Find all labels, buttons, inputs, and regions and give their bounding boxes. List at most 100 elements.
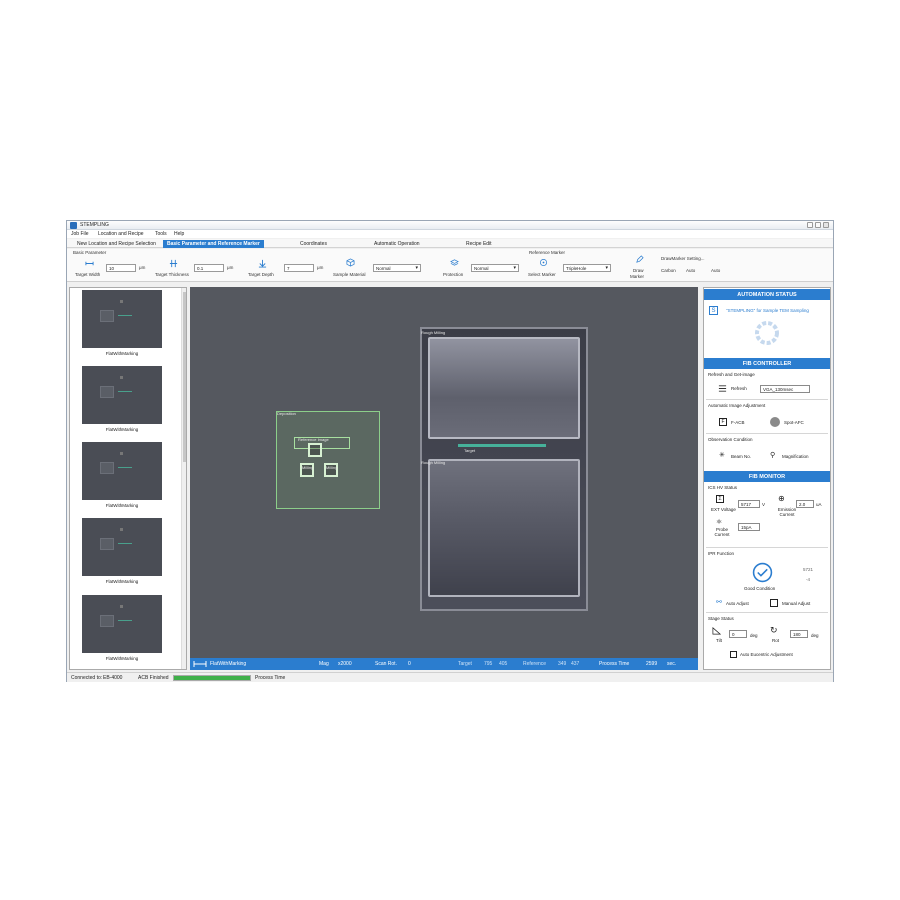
target-width-icon	[85, 261, 94, 266]
thumbnail-label: FlatWithMarking	[105, 656, 139, 661]
close-icon[interactable]	[823, 222, 829, 228]
hv-status-group-label: ICS HV Status	[708, 485, 738, 490]
f-acb-label[interactable]: F-ACB	[731, 420, 745, 425]
ipr-value-2: -4	[806, 577, 811, 582]
process-time-value: 2599	[646, 661, 658, 667]
thumbnail-item[interactable]: FlatWithMarking	[82, 290, 162, 356]
fib-monitor-header: FIB MONITOR	[704, 471, 830, 482]
auto-adjust-group-label: Automatic Image Adjustment	[708, 403, 766, 408]
thumbnail-label: FlatWithMarking	[105, 579, 139, 584]
sem-image-viewer[interactable]: Rough Milling Rough Milling Target Depos…	[190, 287, 698, 670]
ipr-condition-label: Good Condition	[744, 586, 776, 591]
thumbnail-item[interactable]: FlatWithMarking	[82, 366, 162, 432]
manual-adjust-button[interactable]: Manual Adjust	[782, 601, 810, 606]
section-divider	[706, 433, 828, 434]
application-window: STEMPLING Job File Location and Recipe T…	[66, 220, 834, 682]
rotation-icon: ↻	[770, 625, 778, 635]
protection-icon	[450, 259, 459, 266]
target-depth-input[interactable]: 7	[284, 264, 314, 272]
minimize-icon[interactable]	[807, 222, 813, 228]
refresh-label[interactable]: Refresh	[731, 386, 747, 391]
menu-location-recipe[interactable]: Location and Recipe	[98, 231, 144, 237]
f-acb-icon[interactable]: F	[719, 418, 727, 426]
emission-current-value: 2.0	[796, 500, 814, 508]
tilt-value[interactable]: 0	[729, 630, 747, 638]
thumbnail-image	[82, 595, 162, 653]
cube-icon	[346, 258, 355, 267]
refresh-group-label: Refresh and Get-image	[708, 372, 755, 377]
select-marker-select[interactable]: TripleHole	[563, 264, 611, 272]
crosshair-icon	[539, 258, 548, 267]
spot-afc-icon[interactable]	[770, 417, 780, 427]
rot-unit: deg	[811, 633, 819, 638]
emission-current-label: Emission Current	[777, 507, 797, 517]
tab-basic-parameter[interactable]: Basic Parameter and Reference Marker	[163, 240, 264, 248]
beam-no-label[interactable]: Beam No.	[731, 454, 751, 459]
tab-new-location[interactable]: New Location and Recipe Selection	[73, 240, 160, 248]
app-logo-icon	[70, 222, 77, 229]
reference-coord-label: Reference	[523, 661, 547, 667]
automation-status-text: "STEMPLING" for Sample TEM Sampling	[726, 308, 809, 313]
thumbnail-image	[82, 366, 162, 424]
thumbnail-image	[82, 442, 162, 500]
ribbon-tabs: New Location and Recipe Selection Basic …	[67, 239, 833, 248]
protection-select[interactable]: Normal	[471, 264, 519, 272]
refresh-icon[interactable]	[718, 384, 727, 393]
eucentric-icon[interactable]	[730, 651, 737, 658]
draw-marker-setting[interactable]: DrawMarker Setting...	[661, 256, 705, 261]
rough-milling-top-label: Rough Milling	[421, 330, 446, 335]
milling-hole-1[interactable]	[308, 443, 322, 457]
menu-job-file[interactable]: Job File	[71, 231, 89, 237]
mode-auto-1[interactable]: Auto	[686, 268, 695, 273]
ext-voltage-label: EXT Voltage	[711, 507, 736, 512]
target-thickness-input[interactable]: 0.1	[194, 264, 224, 272]
mode-auto-2[interactable]: Auto	[711, 268, 720, 273]
draw-marker-label-2[interactable]: Marker	[630, 274, 644, 279]
milled-trench	[420, 327, 588, 611]
manual-adjust-icon[interactable]	[770, 599, 778, 607]
thumbnail-item[interactable]: FlatWithMarking	[82, 518, 162, 584]
target-depth-icon	[258, 259, 267, 268]
probe-current-value: 15pA	[738, 523, 760, 531]
deposition-marker-box[interactable]	[276, 411, 380, 509]
tab-automatic-operation[interactable]: Automatic Operation	[370, 240, 424, 248]
thumbnail-item[interactable]: FlatWithMarking	[82, 595, 162, 661]
target-thickness-label: Target Thickness	[155, 272, 189, 277]
draw-marker-label-1[interactable]: Draw	[633, 268, 644, 273]
magnification-label[interactable]: Magnification	[782, 454, 809, 459]
reference-coord-y: 437	[571, 661, 580, 667]
mode-carbon[interactable]: Carbon	[661, 268, 676, 273]
title-bar: STEMPLING	[67, 221, 833, 230]
tab-coordinates[interactable]: Coordinates	[296, 240, 331, 248]
target-coord-x: 795	[484, 661, 493, 667]
beam-icon[interactable]: ✳	[719, 451, 725, 459]
auto-adjust-button[interactable]: Auto Adjust	[726, 601, 749, 606]
tab-recipe-edit[interactable]: Recipe Edit	[462, 240, 496, 248]
target-thickness-unit: μm	[227, 265, 234, 270]
rot-value[interactable]: 180	[790, 630, 808, 638]
pen-icon[interactable]	[635, 255, 644, 264]
lamella-target	[458, 444, 546, 447]
reference-image-label: Reference Image	[298, 437, 329, 442]
thumbnail-item[interactable]: FlatWithMarking	[82, 442, 162, 508]
probe-current-icon: ⚛	[716, 519, 723, 526]
refresh-rate-select[interactable]: VGA_130msec	[760, 385, 810, 393]
lower-trench	[428, 459, 580, 597]
spot-afc-label[interactable]: Spot-AFC	[784, 420, 804, 425]
menu-help[interactable]: Help	[174, 231, 184, 237]
auto-eucentric-button[interactable]: Auto Eucentric Adjustment	[740, 652, 793, 657]
mag-value: x2000	[338, 661, 352, 667]
stage-status-group-label: Stage Status	[708, 616, 734, 621]
sample-material-select[interactable]: Normal	[373, 264, 421, 272]
ext-voltage-icon: Σ	[716, 495, 724, 503]
ipr-value-1: 5721	[803, 567, 814, 572]
progress-fill	[174, 676, 250, 680]
auto-adjust-icon[interactable]: ⚯	[716, 598, 722, 606]
menu-tools[interactable]: Tools	[155, 231, 167, 237]
thumbnail-scrollbar[interactable]	[181, 288, 186, 669]
maximize-icon[interactable]	[815, 222, 821, 228]
milling-label-1: Milling	[302, 465, 314, 470]
magnification-icon[interactable]: ⚲	[770, 451, 775, 459]
tilt-icon	[712, 627, 721, 635]
target-width-input[interactable]: 10	[106, 264, 136, 272]
